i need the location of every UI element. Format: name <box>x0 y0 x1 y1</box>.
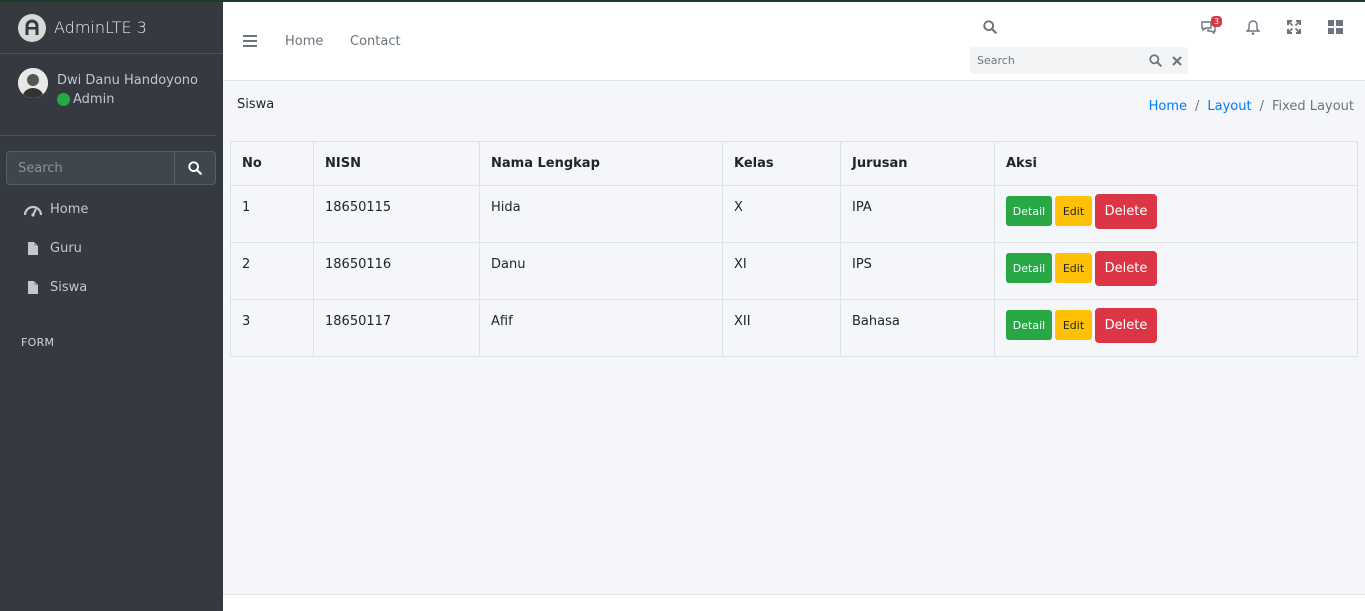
breadcrumb-separator: / <box>1195 99 1200 114</box>
navbar-search <box>970 47 1188 74</box>
grid-layout-icon[interactable] <box>1328 20 1343 38</box>
column-header-nisn: NISN <box>313 141 480 186</box>
navbar-search-input[interactable] <box>970 54 1144 67</box>
nav-link-contact[interactable]: Contact <box>350 34 401 49</box>
cell-no: 1 <box>230 185 314 243</box>
main-header: Home Contact 3 <box>223 0 1365 81</box>
dashboard-gauge-icon <box>24 203 42 217</box>
cell-nama: Afif <box>479 299 723 357</box>
messages-badge: 3 <box>1211 16 1223 27</box>
edit-button[interactable]: Edit <box>1055 196 1092 226</box>
menu-toggle-icon[interactable] <box>243 35 257 51</box>
main-sidebar: AdminLTE 3 Dwi Danu Handoyono Admin Home <box>0 0 223 611</box>
cell-jurusan: IPS <box>840 242 995 300</box>
detail-button[interactable]: Detail <box>1006 196 1052 226</box>
detail-button[interactable]: Detail <box>1006 310 1052 340</box>
cell-no: 3 <box>230 299 314 357</box>
fullscreen-expand-icon[interactable] <box>1287 20 1301 38</box>
cell-no: 2 <box>230 242 314 300</box>
sidebar-item-label: Siswa <box>50 280 88 295</box>
edit-button[interactable]: Edit <box>1055 253 1092 283</box>
user-name[interactable]: Dwi Danu Handoyono <box>57 73 198 88</box>
sidebar-item-guru[interactable]: Guru <box>0 229 223 268</box>
column-header-kelas: Kelas <box>722 141 841 186</box>
file-icon <box>24 280 42 295</box>
sidebar-search-input[interactable] <box>7 152 174 184</box>
breadcrumb-current: Fixed Layout <box>1271 99 1354 114</box>
breadcrumb-home[interactable]: Home <box>1149 99 1187 114</box>
search-toggle-icon[interactable] <box>983 20 997 38</box>
table-header-row: No NISN Nama Lengkap Kelas Jurusan Aksi <box>230 141 1358 186</box>
cell-nama: Hida <box>479 185 723 243</box>
cell-nisn: 18650117 <box>313 299 480 357</box>
sidebar-search-button[interactable] <box>174 152 215 184</box>
file-icon <box>24 241 42 256</box>
cell-aksi: Detail Edit Delete <box>994 299 1358 357</box>
search-icon[interactable] <box>1144 47 1166 74</box>
edit-button[interactable]: Edit <box>1055 310 1092 340</box>
brand-link[interactable]: AdminLTE 3 <box>0 2 223 54</box>
online-status-dot-icon <box>57 93 70 106</box>
user-panel: Dwi Danu Handoyono Admin <box>0 54 216 136</box>
cell-nama: Danu <box>479 242 723 300</box>
breadcrumb-layout[interactable]: Layout <box>1207 99 1251 114</box>
cell-aksi: Detail Edit Delete <box>994 242 1358 300</box>
cell-jurusan: Bahasa <box>840 299 995 357</box>
cell-kelas: XI <box>722 242 841 300</box>
column-header-jurusan: Jurusan <box>840 141 995 186</box>
column-header-nama: Nama Lengkap <box>479 141 723 186</box>
cell-kelas: X <box>722 185 841 243</box>
sidebar-nav: Home Guru Siswa <box>0 190 223 307</box>
table-row: 1 18650115 Hida X IPA Detail Edit Delete <box>230 185 1358 243</box>
cell-aksi: Detail Edit Delete <box>994 185 1358 243</box>
detail-button[interactable]: Detail <box>1006 253 1052 283</box>
sidebar-item-label: Home <box>50 202 89 217</box>
delete-button[interactable]: Delete <box>1095 194 1157 229</box>
brand-text: AdminLTE 3 <box>54 18 147 37</box>
breadcrumb-separator: / <box>1259 99 1264 114</box>
bell-icon[interactable] <box>1245 20 1261 39</box>
sidebar-item-home[interactable]: Home <box>0 190 223 229</box>
sidebar-item-label: Guru <box>50 241 82 256</box>
cell-nisn: 18650116 <box>313 242 480 300</box>
messages-icon[interactable]: 3 <box>1200 16 1223 39</box>
sidebar-item-siswa[interactable]: Siswa <box>0 268 223 307</box>
column-header-aksi: Aksi <box>994 141 1358 186</box>
delete-button[interactable]: Delete <box>1095 251 1157 286</box>
table-row: 2 18650116 Danu XI IPS Detail Edit Delete <box>230 242 1358 300</box>
sidebar-search <box>6 151 216 185</box>
search-icon <box>188 161 202 175</box>
sidebar-header-form: FORM <box>21 336 55 349</box>
table-row: 3 18650117 Afif XII Bahasa Detail Edit Del… <box>230 299 1358 357</box>
user-role-label: Admin <box>73 92 115 107</box>
user-role: Admin <box>57 92 198 107</box>
delete-button[interactable]: Delete <box>1095 308 1157 343</box>
column-header-no: No <box>230 141 314 186</box>
nav-link-home[interactable]: Home <box>285 34 323 49</box>
cell-kelas: XII <box>722 299 841 357</box>
main-footer <box>223 594 1365 611</box>
avatar[interactable] <box>18 68 48 98</box>
page-title: Siswa <box>237 97 275 112</box>
cell-nisn: 18650115 <box>313 185 480 243</box>
close-icon[interactable] <box>1166 47 1188 74</box>
adminlte-logo-icon <box>18 13 46 42</box>
breadcrumb: Home / Layout / Fixed Layout <box>1149 99 1354 114</box>
siswa-table: No NISN Nama Lengkap Kelas Jurusan Aksi … <box>230 141 1358 357</box>
cell-jurusan: IPA <box>840 185 995 243</box>
